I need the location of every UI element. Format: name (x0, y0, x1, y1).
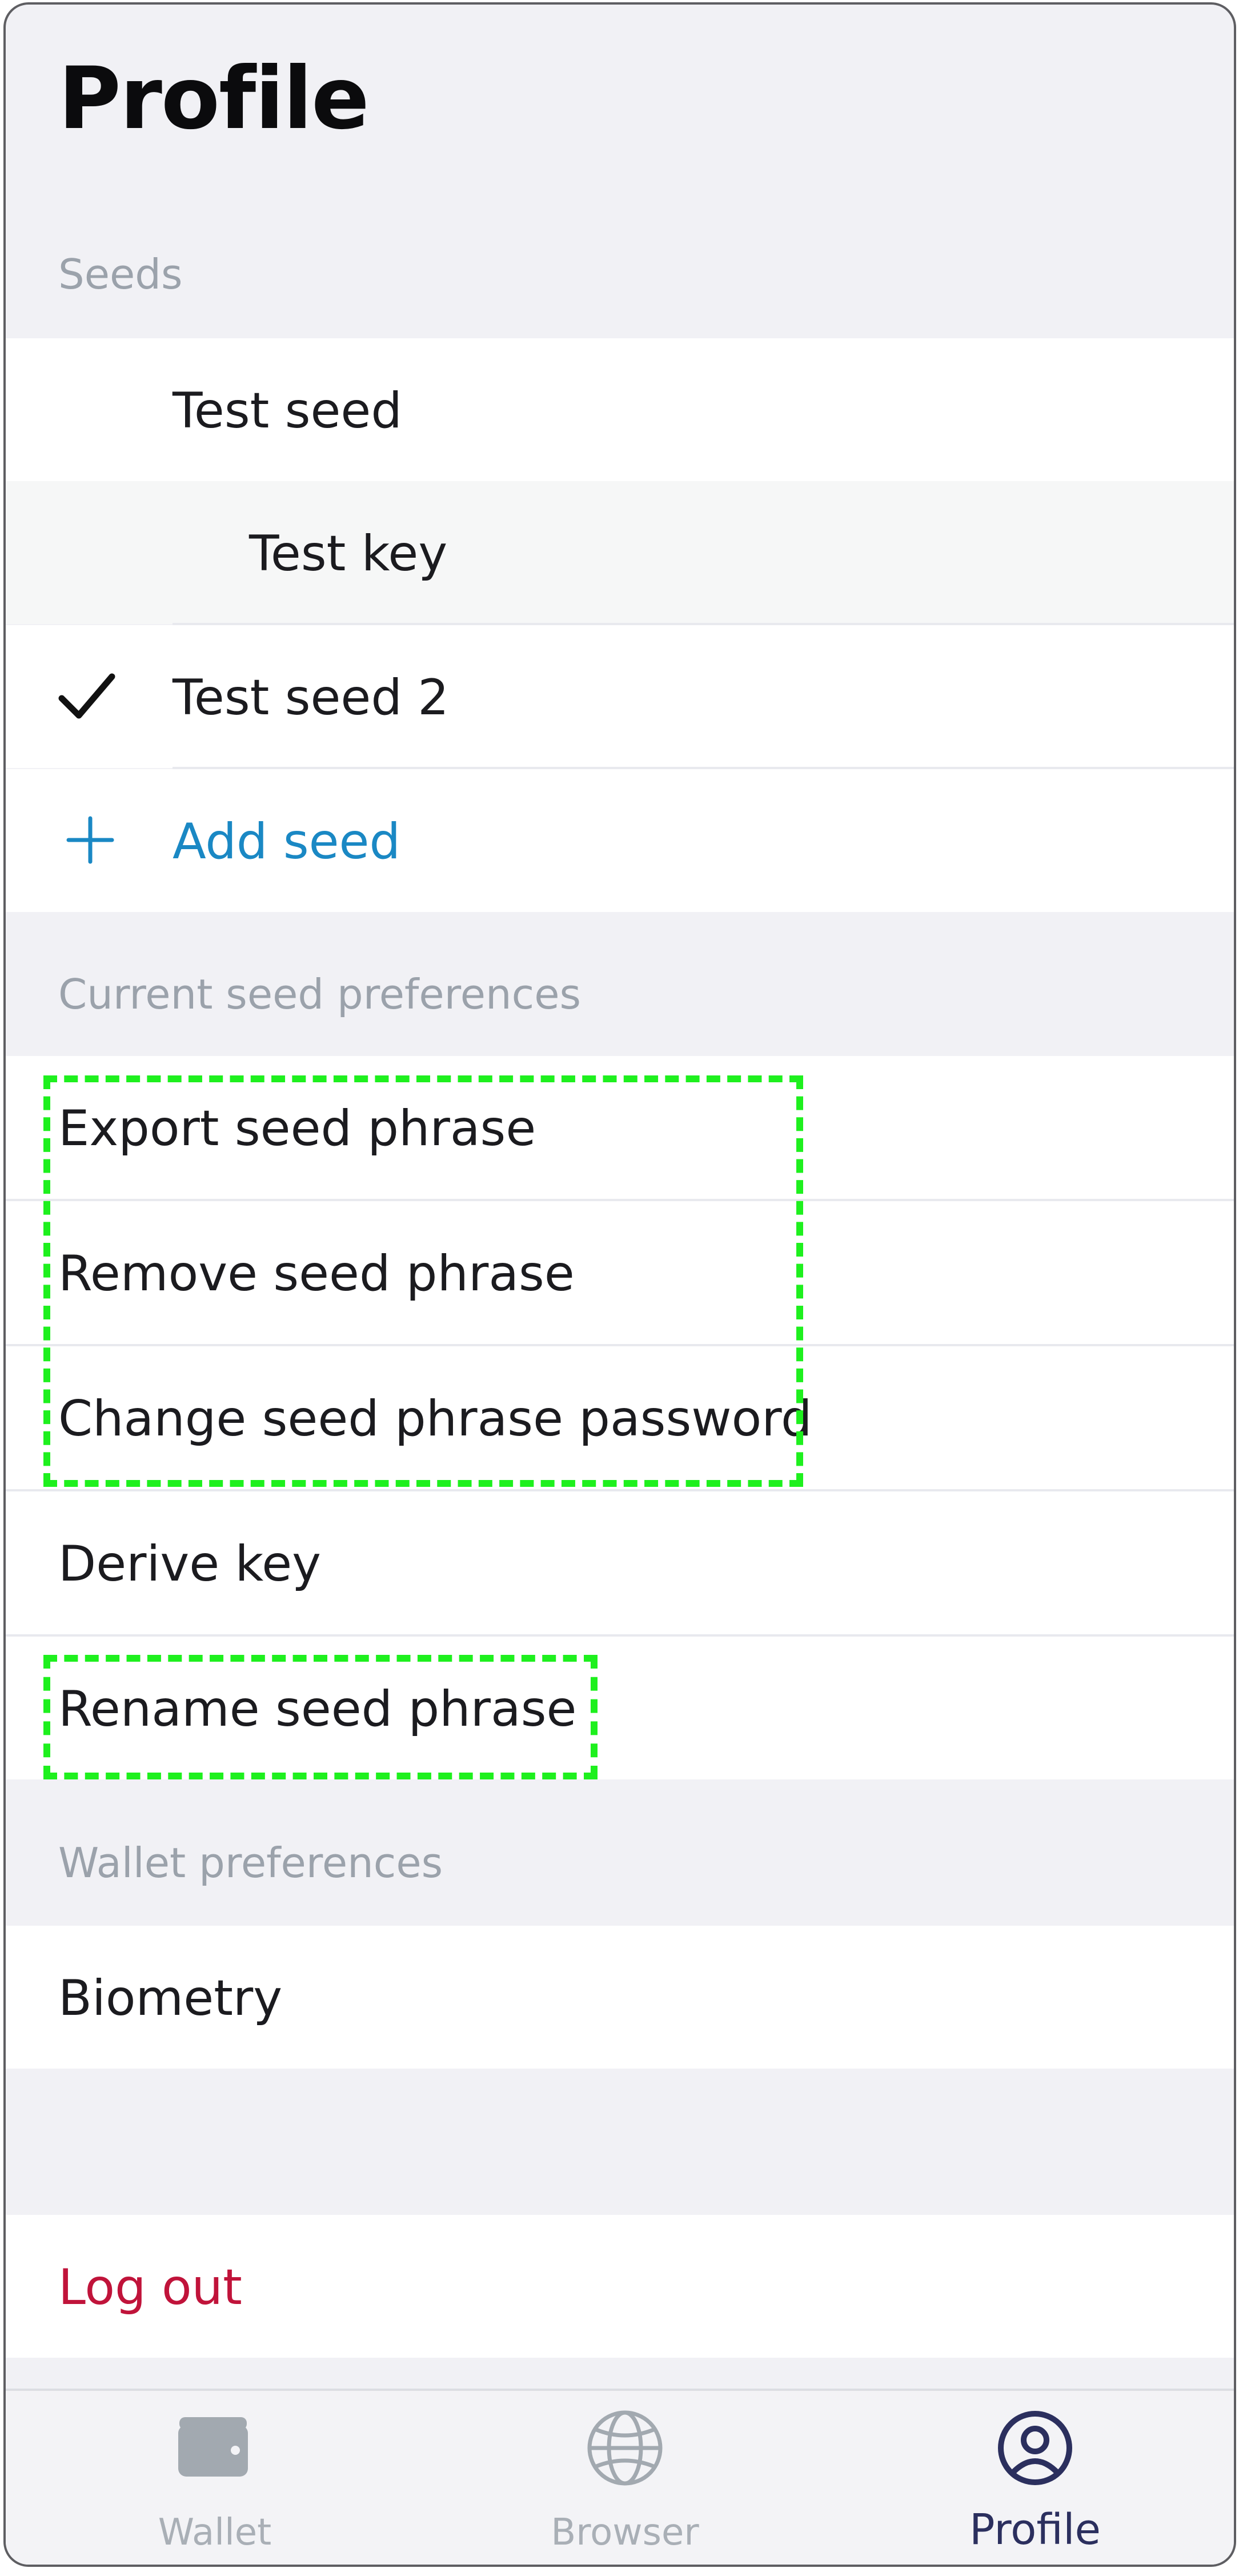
logout-label: Log out (58, 2259, 242, 2316)
seed-item-test-seed[interactable]: Test seed (6, 338, 1234, 481)
tab-browser[interactable]: Browser (482, 2391, 768, 2565)
app-frame: Profile Seeds Test seed Test key Test se… (3, 2, 1236, 2567)
menu-item-label: Derive key (58, 1535, 322, 1593)
tab-label: Browser (551, 2511, 699, 2554)
logout-button[interactable]: Log out (6, 2215, 1234, 2358)
seed-item-label: Test key (249, 525, 448, 582)
tab-wallet[interactable]: Wallet (72, 2391, 358, 2565)
section-header-seeds: Seeds (58, 250, 183, 298)
derive-key-item[interactable]: Derive key (6, 1491, 1234, 1634)
tab-label: Wallet (158, 2511, 272, 2554)
section-header-current-seed: Current seed preferences (58, 970, 582, 1018)
page-title: Profile (58, 49, 370, 149)
checkmark-icon (58, 671, 115, 722)
wallet-icon (176, 2413, 250, 2479)
tab-profile[interactable]: Profile (892, 2391, 1178, 2565)
add-seed-label: Add seed (173, 813, 401, 870)
profile-icon (995, 2408, 1075, 2488)
section-header-wallet: Wallet preferences (58, 1839, 443, 1887)
tab-label: Profile (969, 2505, 1101, 2554)
add-seed-button[interactable]: Add seed (6, 769, 1234, 912)
plus-icon (65, 815, 115, 865)
globe-icon (585, 2408, 665, 2488)
menu-item-label: Biometry (58, 1970, 283, 2027)
seed-item-label: Test seed 2 (173, 669, 449, 726)
biometry-item[interactable]: Biometry (6, 1926, 1234, 2069)
highlight-box (43, 1655, 598, 1779)
tab-bar: Wallet Browser Profile (6, 2389, 1234, 2565)
seed-item-test-key[interactable]: Test key (6, 481, 1234, 624)
highlight-box (43, 1075, 803, 1487)
seed-item-label: Test seed (173, 382, 402, 439)
seed-item-test-seed-2[interactable]: Test seed 2 (6, 625, 1234, 768)
